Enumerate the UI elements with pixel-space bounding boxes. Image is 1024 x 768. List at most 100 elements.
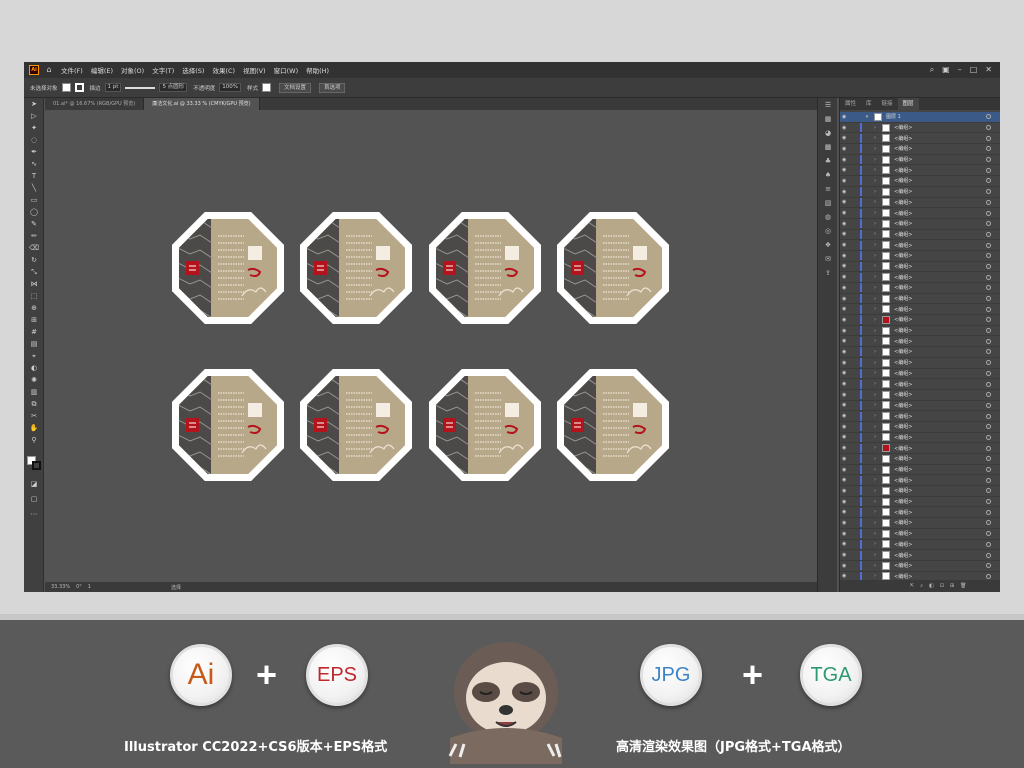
new-sublayer-icon[interactable]: ⊡ — [940, 583, 944, 589]
layer-target-icon[interactable] — [986, 189, 991, 195]
visibility-eye-icon[interactable]: ◉ — [842, 231, 850, 237]
minimize-icon[interactable]: – — [958, 65, 962, 75]
artboard-tool-icon[interactable]: ⧉ — [24, 398, 44, 410]
layer-target-icon[interactable] — [986, 285, 991, 291]
menu-object[interactable]: 对象(O) — [121, 65, 144, 75]
layer-target-icon[interactable] — [986, 178, 991, 184]
layer-row[interactable]: ◉ › <编组> — [840, 432, 1000, 444]
stroke-icon[interactable]: ≡ — [818, 182, 838, 196]
layer-row[interactable]: ◉ › <编组> — [840, 347, 1000, 358]
expand-chevron-icon[interactable]: › — [870, 178, 880, 184]
layer-row[interactable]: ◉ › <编组> — [840, 539, 1000, 551]
visibility-eye-icon[interactable]: ◉ — [842, 541, 850, 547]
layer-target-icon[interactable] — [986, 531, 991, 537]
expand-chevron-icon[interactable]: › — [870, 445, 880, 451]
expand-chevron-icon[interactable]: › — [870, 477, 880, 483]
expand-chevron-icon[interactable]: › — [870, 392, 880, 398]
visibility-eye-icon[interactable]: ◉ — [842, 263, 850, 269]
layer-target-icon[interactable] — [986, 402, 991, 408]
direct-select-tool-icon[interactable]: ▷ — [24, 110, 44, 122]
maximize-icon[interactable]: □ — [970, 65, 978, 75]
layer-target-icon[interactable] — [986, 477, 991, 483]
layer-row[interactable]: ◉ › <编组> — [840, 422, 1000, 433]
visibility-eye-icon[interactable]: ◉ — [842, 221, 850, 227]
search-icon[interactable]: ⌕ — [930, 65, 934, 75]
zoom-tool-icon[interactable]: ⚲ — [24, 434, 44, 446]
visibility-eye-icon[interactable]: ◉ — [842, 552, 850, 558]
graphic-styles-icon[interactable]: ❖ — [818, 238, 838, 252]
layer-target-icon[interactable] — [986, 210, 991, 216]
clipping-mask-icon[interactable]: ◧ — [929, 583, 934, 589]
visibility-eye-icon[interactable]: ◉ — [842, 477, 850, 483]
visibility-eye-icon[interactable]: ◉ — [842, 445, 850, 451]
layer-target-icon[interactable] — [986, 563, 991, 569]
layer-row[interactable]: ◉ › <编组> — [840, 251, 1000, 262]
visibility-eye-icon[interactable]: ◉ — [842, 135, 850, 141]
visibility-eye-icon[interactable]: ◉ — [842, 499, 850, 505]
mesh-tool-icon[interactable]: # — [24, 326, 44, 338]
layer-row[interactable]: ◉ › <编组> — [840, 358, 1000, 369]
transparency-icon[interactable]: ◍ — [818, 210, 838, 224]
visibility-eye-icon[interactable]: ◉ — [842, 125, 850, 131]
brush-field[interactable]: 5 点圆形 — [159, 83, 188, 92]
expand-chevron-icon[interactable]: › — [870, 210, 880, 216]
menu-window[interactable]: 窗口(W) — [274, 65, 299, 75]
visibility-eye-icon[interactable]: ◉ — [842, 488, 850, 494]
expand-chevron-icon[interactable]: › — [870, 253, 880, 259]
expand-chevron-icon[interactable]: › — [870, 456, 880, 462]
expand-chevron-icon[interactable]: › — [870, 467, 880, 473]
layer-row[interactable]: ◉ › <编组> — [840, 272, 1000, 283]
layer-row[interactable]: ◉ › <编组> — [840, 208, 1000, 219]
visibility-eye-icon[interactable]: ◉ — [842, 456, 850, 462]
magic-wand-icon[interactable]: ✦ — [24, 122, 44, 134]
layer-target-icon[interactable] — [986, 392, 991, 398]
visibility-eye-icon[interactable]: ◉ — [842, 381, 850, 387]
shape-builder-icon[interactable]: ⊕ — [24, 302, 44, 314]
visibility-eye-icon[interactable]: ◉ — [842, 210, 850, 216]
menu-view[interactable]: 视图(V) — [243, 65, 266, 75]
visibility-eye-icon[interactable]: ◉ — [842, 563, 850, 569]
opacity-field[interactable]: 100% — [219, 83, 241, 92]
appearance-icon[interactable]: ◎ — [818, 224, 838, 238]
layer-row[interactable]: ◉ › <编组> — [840, 561, 1000, 572]
arrange-icon[interactable]: ▣ — [942, 65, 950, 75]
layer-row[interactable]: ◉ › <编组> — [840, 155, 1000, 166]
tab-document-2[interactable]: 廉洁文化.ai @ 33.33 % (CMYK/GPU 预览) — [144, 98, 260, 110]
layer-row[interactable]: ◉ › <编组> — [840, 144, 1000, 155]
rectangle-tool-icon[interactable]: ▭ — [24, 194, 44, 206]
layer-target-icon[interactable] — [986, 338, 991, 344]
hand-tool-icon[interactable]: ✋ — [24, 422, 44, 434]
home-icon[interactable]: ⌂ — [43, 65, 55, 75]
layer-row[interactable]: ◉ › <编组> — [840, 518, 1000, 529]
layer-row[interactable]: ◉ › <编组> — [840, 283, 1000, 294]
layer-row[interactable]: ◉ › <编组> — [840, 187, 1000, 198]
layer-target-icon[interactable] — [986, 167, 991, 173]
visibility-eye-icon[interactable]: ◉ — [842, 242, 850, 248]
layer-target-icon[interactable] — [986, 274, 991, 280]
layer-row[interactable]: ◉ › <编组> — [840, 197, 1000, 209]
selection-tool-icon[interactable]: ➤ — [24, 98, 44, 110]
expand-chevron-icon[interactable]: › — [870, 541, 880, 547]
swatches-icon[interactable]: ▩ — [818, 140, 838, 154]
visibility-eye-icon[interactable]: ◉ — [842, 424, 850, 430]
more-tools-icon[interactable]: ⋯ — [24, 508, 44, 520]
expand-chevron-icon[interactable]: › — [870, 381, 880, 387]
rotation-angle[interactable]: 0° — [76, 584, 82, 590]
visibility-eye-icon[interactable]: ◉ — [842, 434, 850, 440]
close-icon[interactable]: ✕ — [985, 65, 992, 75]
comments-icon[interactable]: ✉ — [818, 252, 838, 266]
layer-target-icon[interactable] — [986, 488, 991, 494]
menu-file[interactable]: 文件(F) — [61, 65, 83, 75]
scale-tool-icon[interactable]: ⤡ — [24, 266, 44, 278]
ellipse-tool-icon[interactable]: ◯ — [24, 206, 44, 218]
layer-target-icon[interactable] — [986, 541, 991, 547]
stroke-color-icon[interactable] — [32, 461, 41, 470]
expand-chevron-icon[interactable]: › — [870, 531, 880, 537]
layer-row[interactable]: ◉ › <编组> — [840, 454, 1000, 465]
layer-row-top[interactable]: ◉ ▾ 图层 1 — [840, 112, 1000, 123]
menu-edit[interactable]: 编辑(E) — [91, 65, 113, 75]
visibility-eye-icon[interactable]: ◉ — [842, 509, 850, 515]
layer-row[interactable]: ◉ › <编组> — [840, 336, 1000, 348]
tab-document-1[interactable]: 01.ai* @ 16.67% (RGB/GPU 预览) — [45, 98, 145, 110]
zoom-level[interactable]: 33.33% — [51, 584, 70, 590]
